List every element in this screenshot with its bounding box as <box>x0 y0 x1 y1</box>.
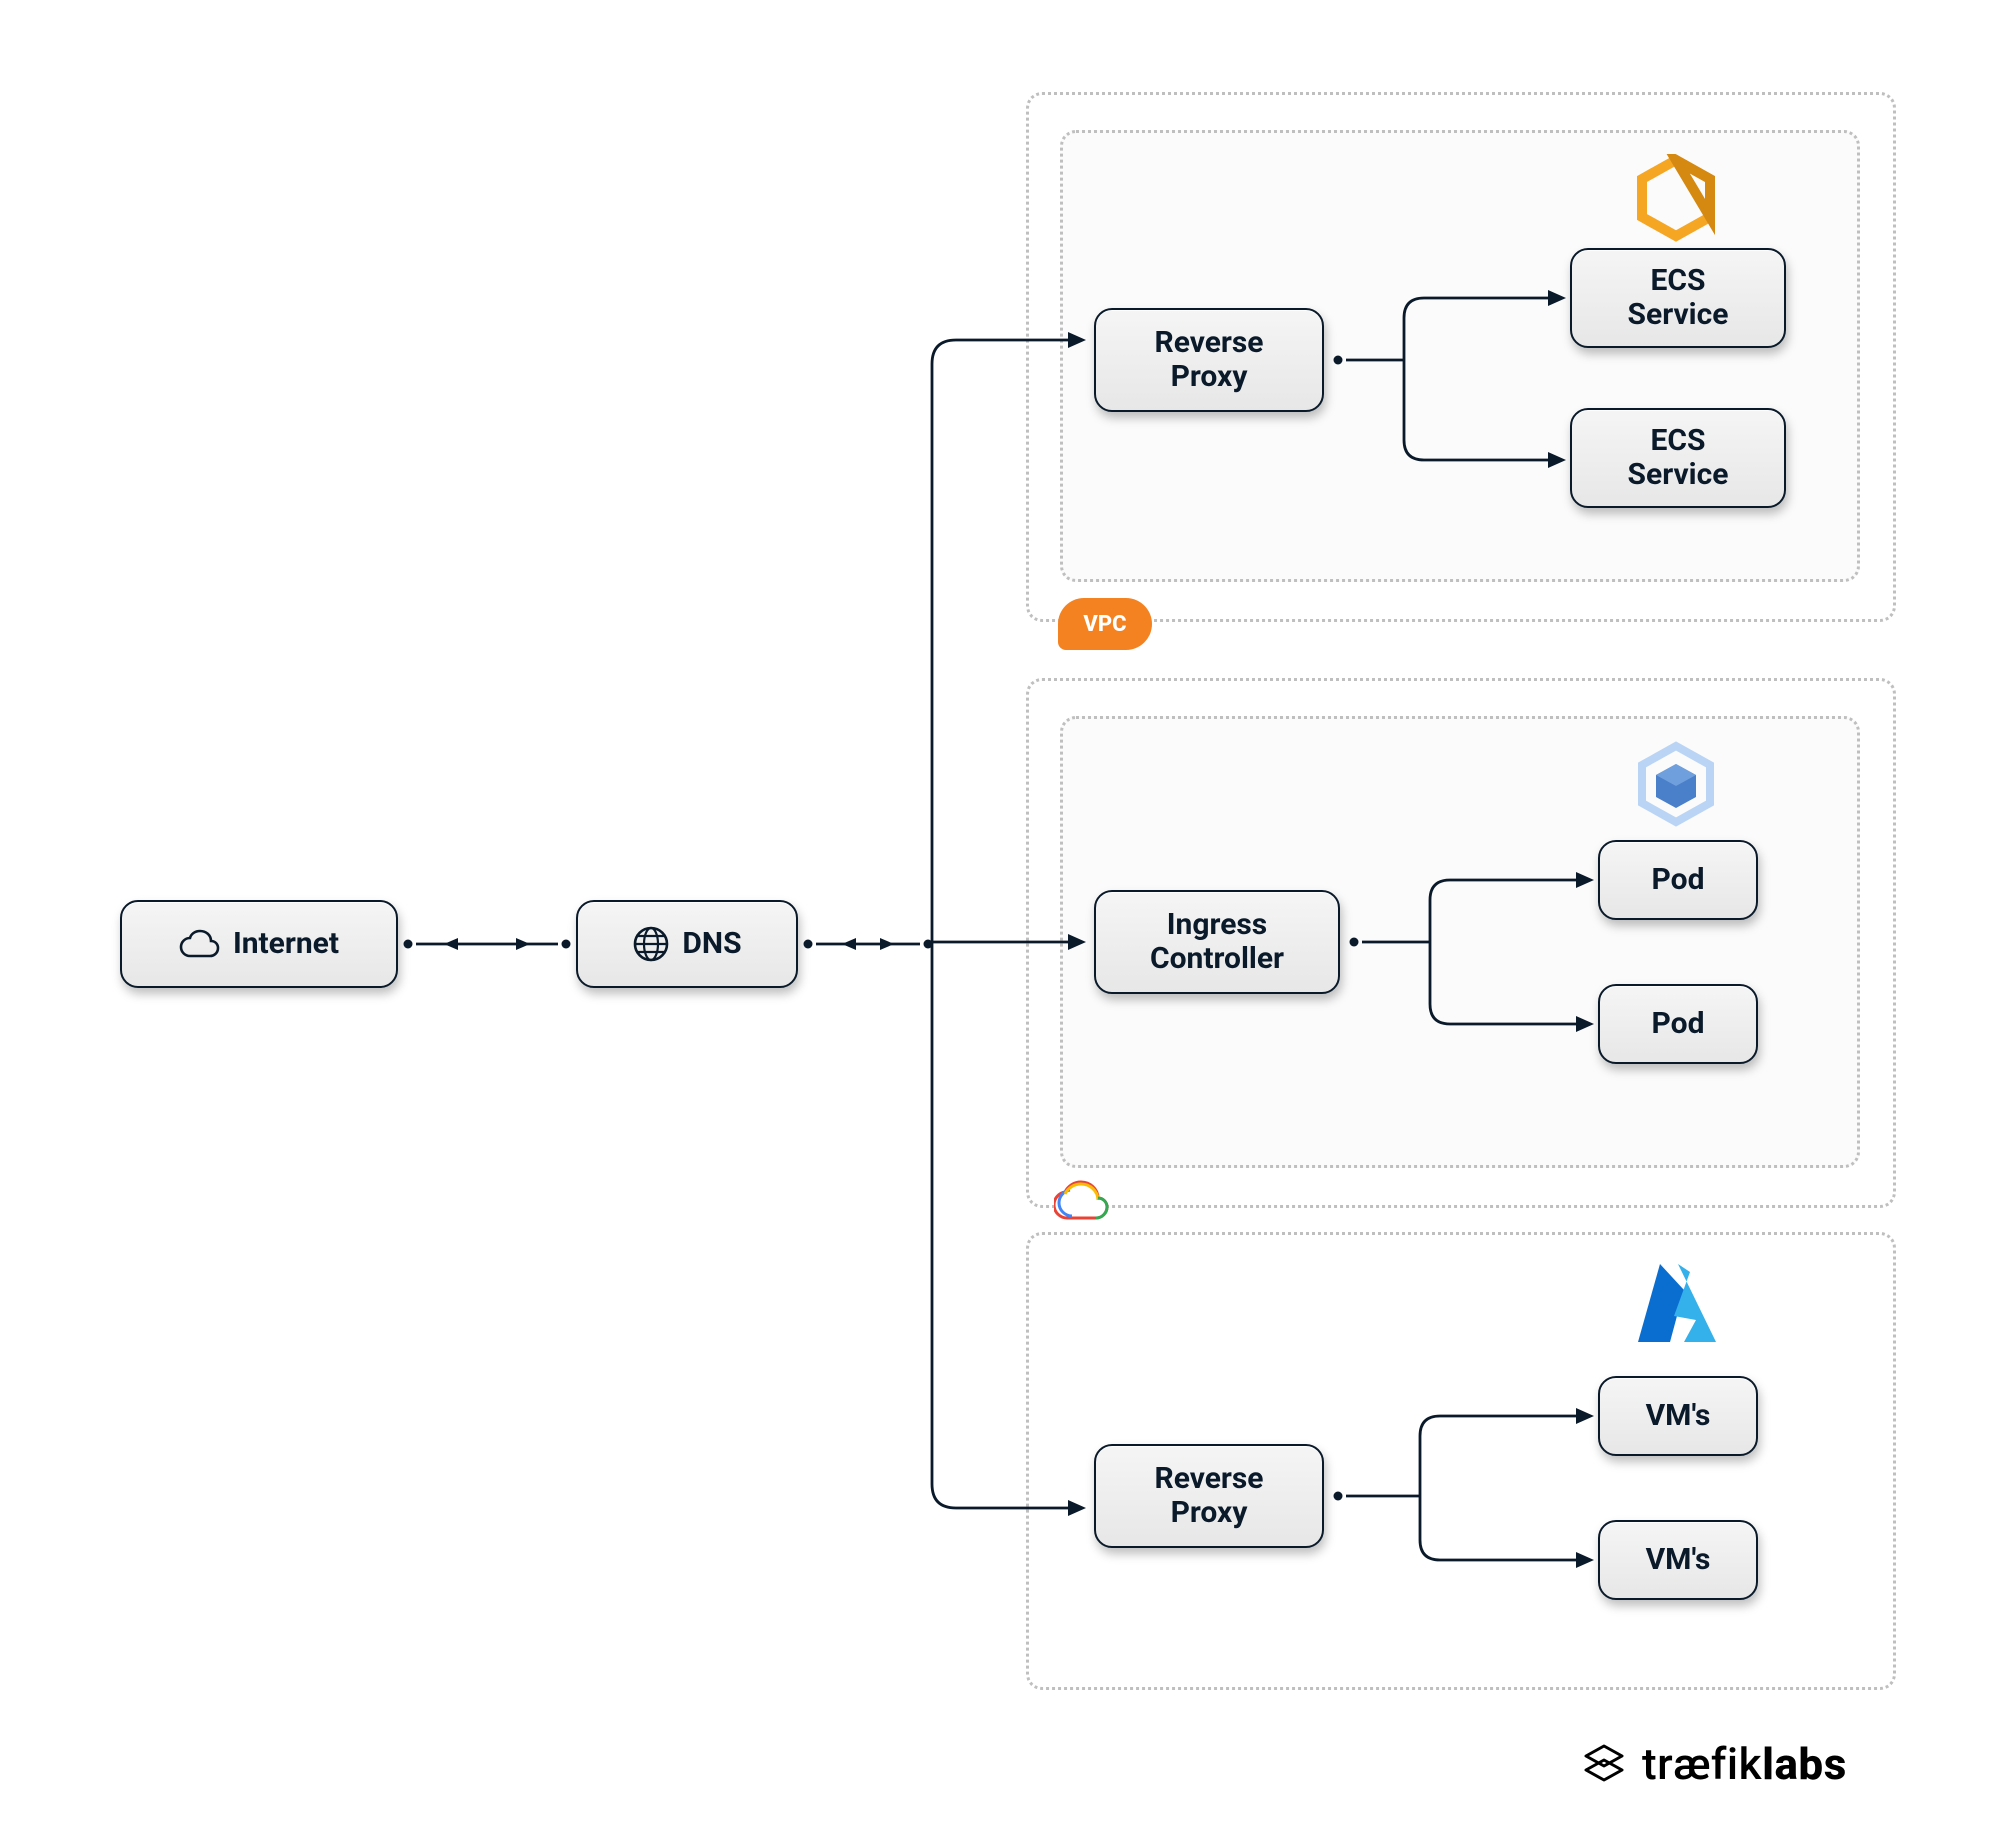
traefik-labs-brand: træfiklabs <box>1580 1738 1847 1790</box>
gke-hex-icon <box>1632 740 1720 832</box>
vpc-badge: VPC <box>1058 598 1152 650</box>
azure-reverse-proxy-node: Reverse Proxy <box>1094 1444 1324 1548</box>
gcp-ctrl-label: Ingress Controller <box>1150 908 1284 977</box>
conn-internet-dns <box>398 924 576 964</box>
brand-bold: labs <box>1762 1738 1847 1790</box>
gcp-ingress-controller-node: Ingress Controller <box>1094 890 1340 994</box>
conn-dns-trunk <box>798 924 938 964</box>
aws-ecs1-label: ECS Service <box>1628 264 1729 333</box>
aws-hex-icon <box>1632 154 1720 246</box>
cloud-icon <box>179 929 221 959</box>
dns-node: DNS <box>576 900 798 988</box>
gcp-pod-2: Pod <box>1598 984 1758 1064</box>
gcp-pod2-label: Pod <box>1652 1007 1705 1042</box>
az-vm2-label: VM's <box>1646 1543 1711 1578</box>
azure-vm-1: VM's <box>1598 1376 1758 1456</box>
azure-vm-2: VM's <box>1598 1520 1758 1600</box>
vpc-label: VPC <box>1083 612 1126 637</box>
gcp-pod-1: Pod <box>1598 840 1758 920</box>
diagram-canvas: VPC <box>0 0 2000 1835</box>
gcp-pod1-label: Pod <box>1652 863 1705 898</box>
az-proxy-label: Reverse Proxy <box>1154 1462 1263 1531</box>
internet-node: Internet <box>120 900 398 988</box>
traefik-logo-icon <box>1580 1740 1628 1788</box>
brand-thin: træfik <box>1642 1738 1762 1790</box>
internet-label: Internet <box>233 927 339 962</box>
aws-reverse-proxy-node: Reverse Proxy <box>1094 308 1324 412</box>
aws-ecs2-label: ECS Service <box>1628 424 1729 493</box>
aws-ecs-service-1: ECS Service <box>1570 248 1786 348</box>
brand-text: træfiklabs <box>1642 1738 1847 1790</box>
az-vm1-label: VM's <box>1646 1399 1711 1434</box>
azure-a-icon <box>1626 1260 1726 1354</box>
dns-label: DNS <box>682 927 741 962</box>
globe-icon <box>632 925 670 963</box>
aws-proxy-label: Reverse Proxy <box>1154 326 1263 395</box>
gcp-cloud-icon <box>1054 1180 1112 1228</box>
aws-ecs-service-2: ECS Service <box>1570 408 1786 508</box>
